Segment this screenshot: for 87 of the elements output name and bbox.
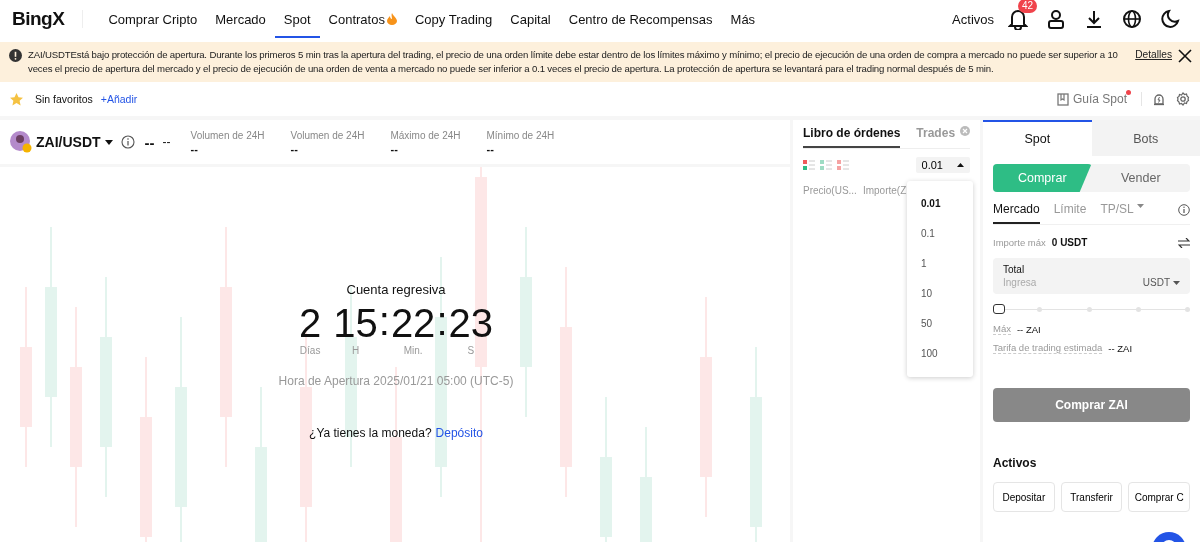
countdown-title: Cuenta regresiva	[346, 282, 446, 297]
column-header: Precio(US...	[803, 185, 857, 196]
user-icon[interactable]	[1046, 9, 1066, 29]
favorites-empty-text: Sin favoritos	[35, 93, 93, 105]
countdown-value: 23	[448, 301, 493, 345]
countdown-unit: Días	[299, 345, 321, 356]
moon-icon[interactable]	[1160, 9, 1180, 29]
bell-icon[interactable]	[1008, 8, 1028, 30]
caret-icon	[1173, 280, 1180, 285]
pair-selector[interactable]: ZAI/USDT	[10, 131, 113, 153]
slider-thumb[interactable]	[993, 304, 1005, 314]
nav-link[interactable]: Comprar Cripto	[99, 0, 207, 38]
caret-icon	[104, 139, 113, 145]
globe-icon[interactable]	[1122, 9, 1142, 29]
amount-slider[interactable]	[993, 304, 1190, 316]
countdown-unit: H	[351, 345, 360, 356]
deposit-prompt: ¿Ya tienes la moneda?	[309, 426, 432, 440]
order-book-view-icon[interactable]	[803, 160, 815, 170]
nav-link[interactable]: Más	[721, 0, 765, 38]
max-amount-label: Importe máx	[993, 237, 1046, 248]
nav-link[interactable]: Spot	[274, 0, 320, 38]
stat-label: Volumen de 24H	[290, 129, 365, 141]
stat-value: --	[190, 142, 199, 155]
stat-label: Mínimo de 24H	[486, 129, 555, 141]
logo[interactable]: BingX	[12, 8, 65, 30]
opening-time: Hora de Apertura 2025/01/21 05:00 (UTC-5)	[278, 374, 514, 388]
countdown-value: 22	[390, 301, 436, 345]
column-header: Importe(Z	[862, 185, 907, 196]
stat-label: Volumen de 24H	[190, 129, 265, 141]
coin-avatar-icon	[10, 131, 32, 153]
precision-option[interactable]: 100	[907, 339, 973, 369]
nav-link[interactable]: Contratos	[319, 0, 406, 38]
precision-option[interactable]: 10	[907, 279, 973, 309]
order-book-tab[interactable]: Libro de órdenes	[803, 120, 901, 148]
stat-value: --	[390, 142, 399, 155]
fee-value: -- ZAI	[1108, 342, 1133, 354]
precision-option[interactable]: 0.1	[907, 219, 973, 249]
asset-action-button[interactable]: Transferir	[1060, 482, 1123, 512]
fee-label: Tarifa de trading estimada	[993, 342, 1103, 354]
countdown-unit: Min.	[403, 345, 423, 356]
precision-option[interactable]: 1	[907, 249, 973, 279]
warning-icon	[9, 49, 22, 62]
book-icon	[1056, 92, 1069, 106]
countdown-value: 2	[299, 301, 322, 345]
deposit-link[interactable]: Depósito	[435, 426, 483, 440]
download-icon[interactable]	[1084, 9, 1104, 29]
nav-link[interactable]: Mercado	[206, 0, 275, 38]
nav-link[interactable]: Copy Trading	[405, 0, 502, 38]
stat-value: --	[486, 142, 495, 155]
notification-badge: 42	[1018, 0, 1038, 13]
assets-heading: Activos	[993, 456, 1038, 470]
add-favorite-link[interactable]: +Añadir	[100, 93, 138, 105]
max-value: -- ZAI	[1016, 323, 1041, 335]
unit-selector[interactable]: USDT	[1142, 277, 1180, 288]
star-icon	[10, 92, 23, 106]
time-separator: :	[378, 301, 390, 341]
countdown-value: 15	[333, 301, 378, 345]
time-separator: :	[436, 301, 448, 341]
assets-link[interactable]: Activos	[952, 11, 994, 27]
close-icon[interactable]	[1178, 49, 1192, 63]
max-label: Máx	[993, 323, 1011, 335]
stat-value: --	[290, 142, 299, 155]
info-icon[interactable]	[120, 135, 135, 149]
sell-tab[interactable]: Vender	[1091, 164, 1190, 192]
guide-link[interactable]: Guía Spot	[1056, 92, 1131, 106]
settings-icon[interactable]	[1176, 92, 1190, 106]
total-field[interactable]: Total Ingresa USDT	[993, 258, 1190, 294]
asset-action-button[interactable]: Comprar C	[1128, 482, 1190, 512]
alert-icon[interactable]	[1152, 92, 1166, 106]
order-type-tab[interactable]: Mercado	[993, 202, 1040, 224]
nav-link[interactable]: Capital	[501, 0, 560, 38]
nav-link[interactable]: Centro de Recompensas	[559, 0, 722, 38]
notice-text: ZAI/USDTEstá bajo protección de apertura. Durante los primeros 5 min tras la apertura del trading, el precio de una orden límite debe estar dentro de los límites máximo y mínimo; el precio de ejecución de una orden de compra a mercado no puede ser superior a 10 veces el precio de apertura del mercado y el precio de ejecución de una orden de venta a mercado no puede ser inferior a 0.1 veces el precio de apertura. La protección de apertura se levantará para el trading normal después de 5 min.	[28, 48, 1119, 76]
stat-label: Máximo de 24H	[390, 129, 461, 141]
countdown-unit: S	[467, 345, 475, 356]
details-link[interactable]: Detalles	[1135, 48, 1172, 62]
info-icon[interactable]	[1178, 204, 1190, 216]
asset-action-button[interactable]: Depositar	[993, 482, 1055, 512]
precision-option[interactable]: 0.01	[907, 189, 973, 219]
caret-up-icon	[957, 163, 964, 167]
swap-icon[interactable]	[1178, 237, 1190, 248]
precision-option[interactable]: 50	[907, 309, 973, 339]
price-value: --	[144, 133, 155, 151]
trade-tab[interactable]: Bots	[1091, 120, 1200, 156]
max-amount-value: 0 USDT	[1051, 237, 1088, 248]
precision-dropdown[interactable]: 0.01	[915, 157, 970, 173]
price-change: --	[162, 135, 171, 149]
